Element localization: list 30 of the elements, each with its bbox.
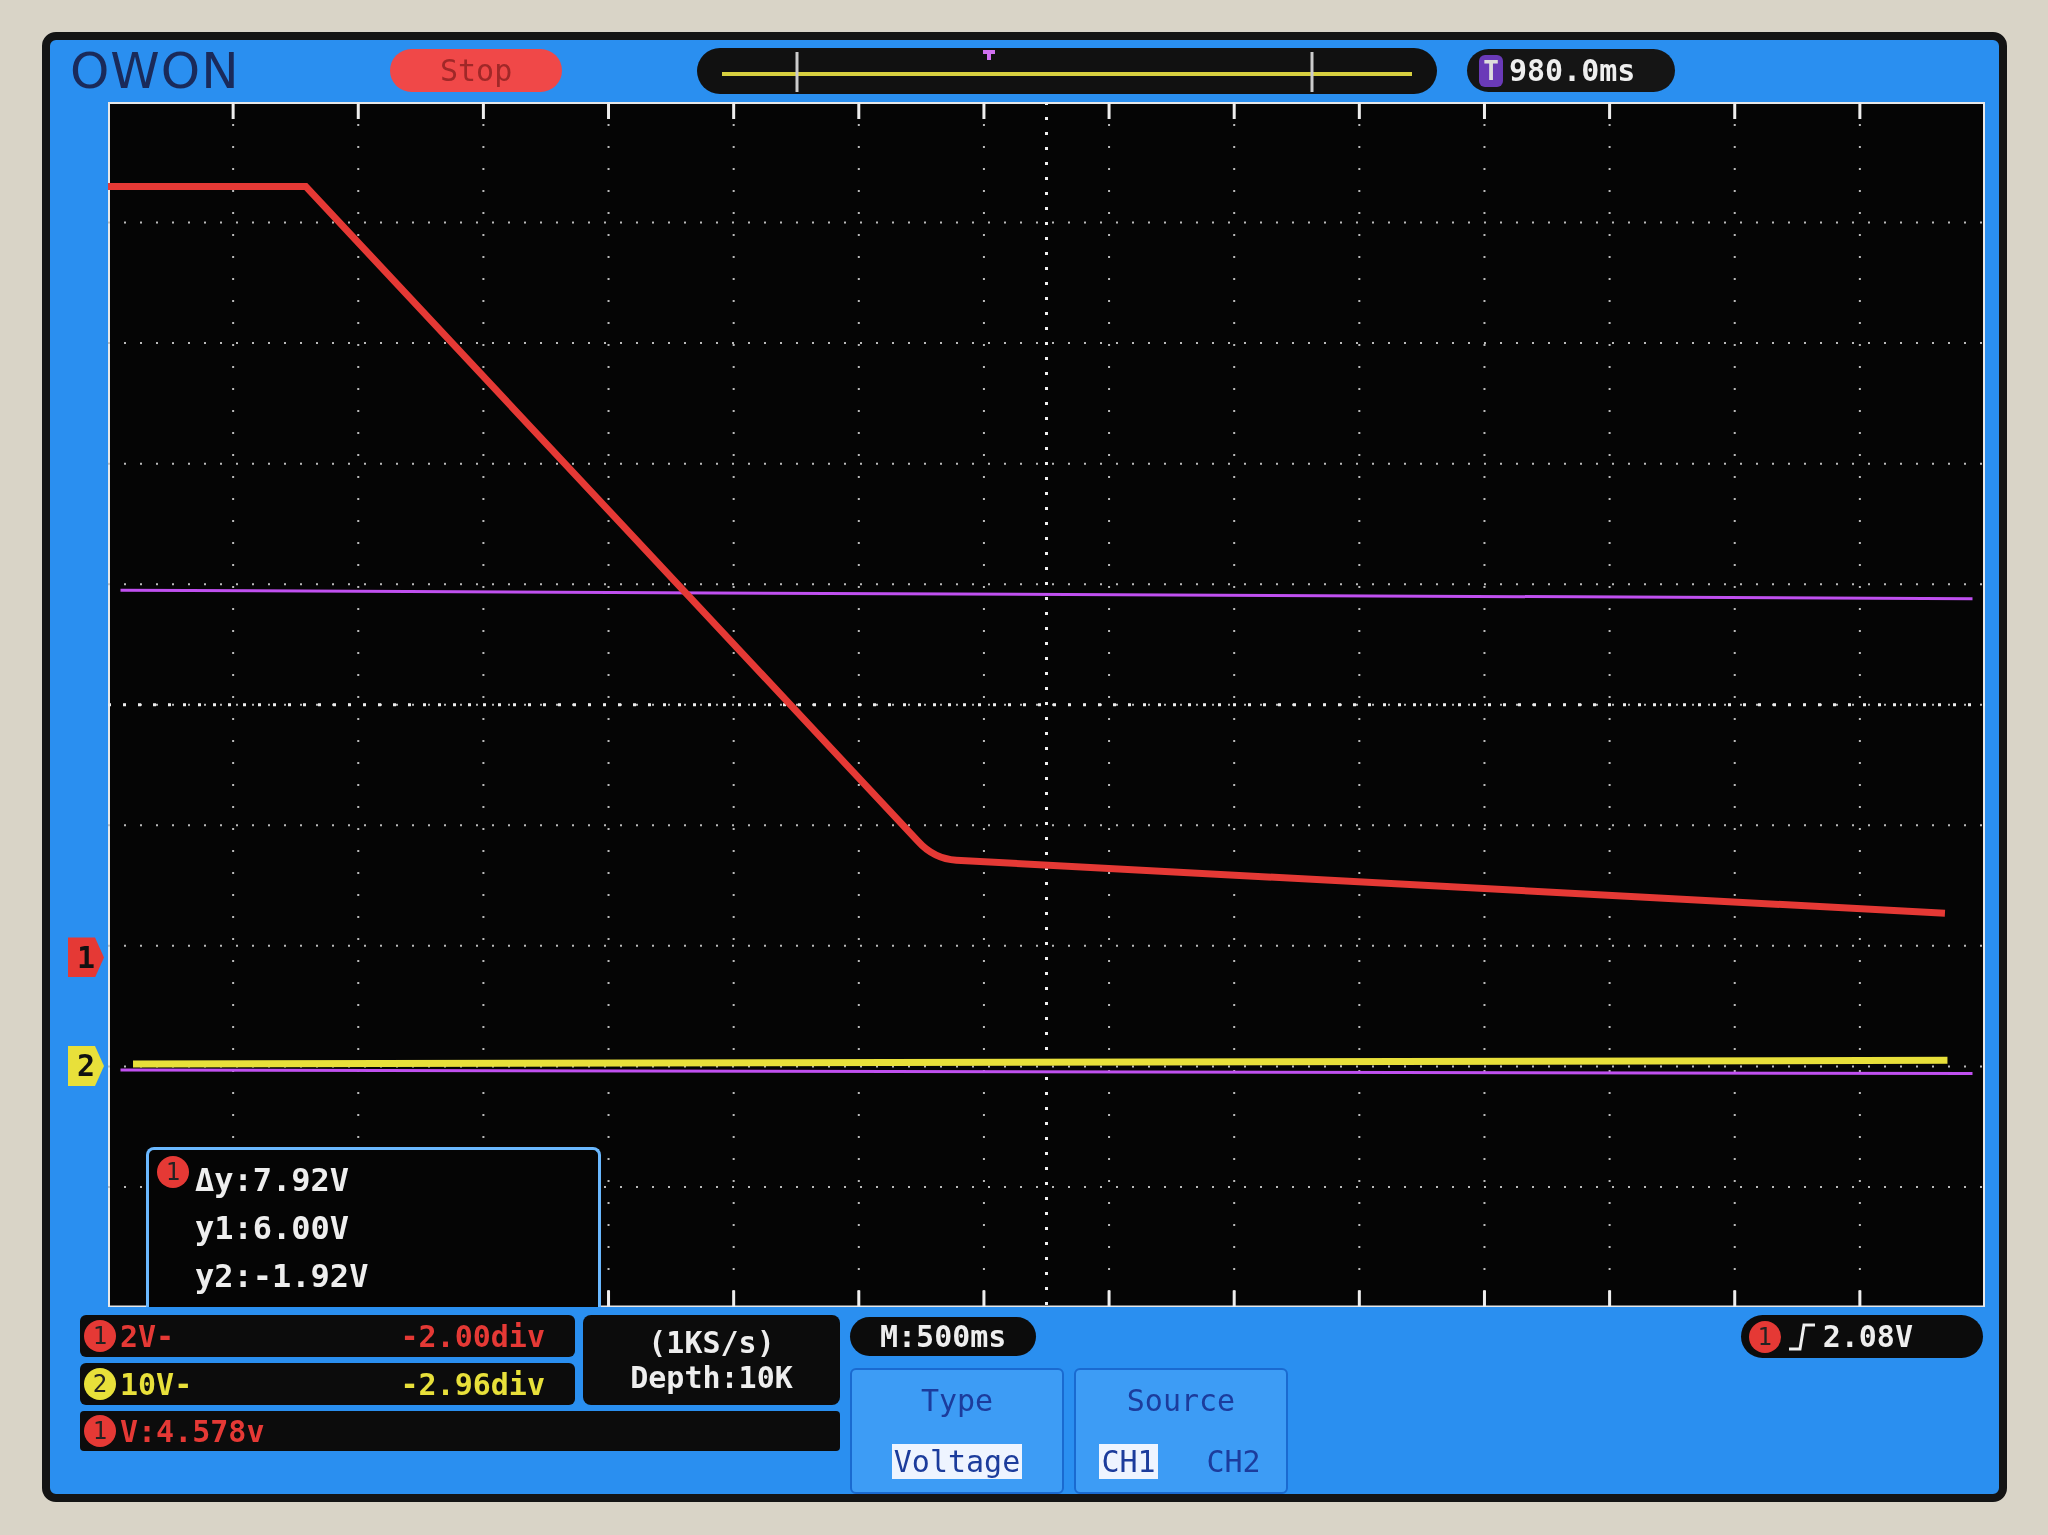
sample-rate: (1KS/s) [648,1325,775,1360]
vertical-offset: -2.96div [400,1366,546,1402]
brand-logo: OWON [70,41,241,100]
menu-option[interactable]: CH1 [1099,1444,1158,1479]
volts-per-div: 2V- [120,1318,175,1354]
channel-badge: 1 [157,1156,189,1188]
menu-title: Source [1126,1383,1236,1418]
rising-edge-icon [1786,1321,1817,1352]
channel-badge: 1 [1748,1320,1781,1353]
trigger-level: 2.08V [1822,1319,1913,1354]
channel-badge: 2 [84,1368,116,1400]
channel-badge: 1 [84,1320,116,1352]
menu-title: Type [920,1383,994,1418]
menu-button[interactable]: Source CH1 CH2 [1074,1368,1288,1494]
cursor-reading: Δy:7.92V [195,1160,351,1201]
memory-depth: Depth:10K [630,1360,793,1395]
channel-badge: 1 [84,1415,116,1447]
menu-option[interactable]: Voltage [891,1444,1023,1479]
run-state-badge: Stop [390,49,563,93]
trigger-badge: T [1479,54,1503,87]
channel-marker: 1 [68,937,104,978]
channel-marker: 2 [68,1045,104,1086]
vertical-offset: -2.00div [400,1318,546,1354]
trigger-time: 980.0ms [1508,53,1636,89]
volts-per-div: 10V- [120,1366,193,1402]
cursor-reading: y1:6.00V [195,1208,351,1249]
menu-button[interactable]: Type Voltage [850,1368,1064,1494]
timebase-readout: M:500ms [850,1317,1037,1356]
measurement-value: V:4.578v [120,1413,265,1449]
cursor-reading: y2:-1.92V [195,1256,369,1297]
